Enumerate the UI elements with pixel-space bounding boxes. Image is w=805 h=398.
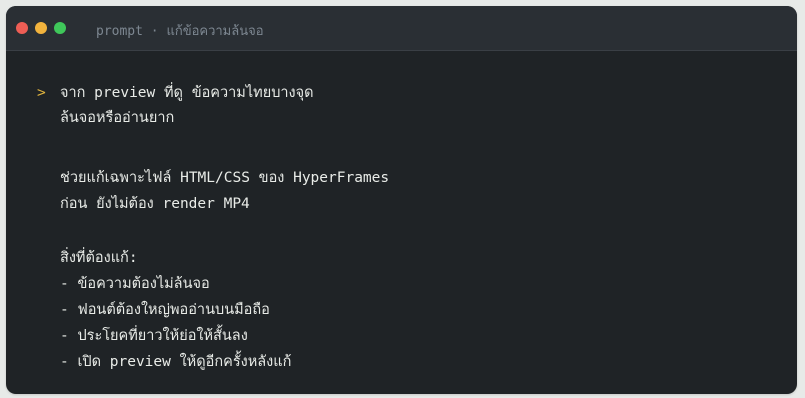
prompt-body[interactable]: > จาก preview ที่ดู ข้อความไทยบางจุด ล้น… [6,51,797,394]
list-item: - ฟอนต์ต้องใหญ่พออ่านบนมือถือ [60,302,270,318]
prompt-line: สิ่งที่ต้องแก้: [60,250,138,266]
prompt-line: ก่อน ยังไม่ต้อง render MP4 [60,196,250,212]
prompt-line: ล้นจอหรืออ่านยาก [60,110,175,126]
minimize-button[interactable] [35,22,47,34]
list-item: - เปิด preview ให้ดูอีกครั้งหลังแก้ [60,354,292,370]
prompt-marker: > [37,85,46,101]
list-item: - ประโยคที่ยาวให้ย่อให้สั้นลง [60,328,248,344]
maximize-button[interactable] [54,22,66,34]
title-bar: prompt · แก้ข้อความล้นจอ [6,6,797,51]
close-button[interactable] [16,22,28,34]
window-title: prompt · แก้ข้อความล้นจอ [96,24,264,39]
prompt-line: จาก preview ที่ดู ข้อความไทยบางจุด [60,85,314,101]
prompt-line: ช่วยแก้เฉพาะไฟล์ HTML/CSS ของ HyperFrame… [60,170,390,186]
terminal-window: prompt · แก้ข้อความล้นจอ > จาก preview ท… [6,6,797,394]
list-item: - ข้อความต้องไม่ล้นจอ [60,276,210,292]
